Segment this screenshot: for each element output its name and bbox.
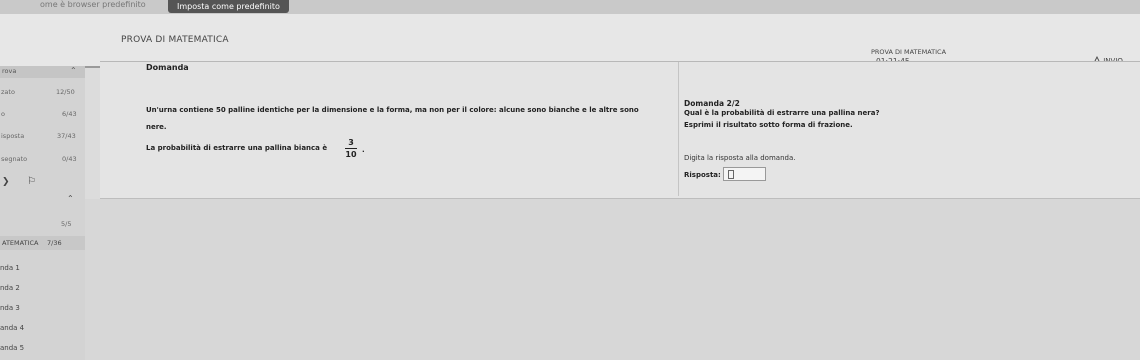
answer-hint: Digita la risposta alla domanda. bbox=[684, 154, 796, 162]
question-card: Domanda Un'urna contiene 50 palline iden… bbox=[100, 61, 1140, 200]
sidebar-item-question-2[interactable]: nda 2 bbox=[0, 284, 85, 292]
section-collapse-icon[interactable]: ⌃ bbox=[67, 194, 74, 203]
default-browser-note: ome è browser predefinito bbox=[40, 0, 146, 9]
nav-back-icon[interactable]: ❯ bbox=[2, 177, 10, 187]
question-label: Domanda bbox=[146, 63, 189, 72]
exam-header: PROVA DI MATEMATICA PROVA DI MATEMATICA … bbox=[0, 14, 1140, 68]
sidebar-title: rova bbox=[2, 67, 17, 75]
fraction-bar bbox=[345, 148, 357, 149]
sidebar-item-question-5[interactable]: anda 5 bbox=[0, 344, 85, 352]
flag-icon[interactable]: ⚐ bbox=[27, 176, 36, 187]
stat-label: isposta bbox=[1, 132, 25, 140]
sidebar: rova ⌃ zato 12/50 o 6/43 isposta 37/43 s… bbox=[0, 66, 85, 360]
section-title: ATEMATICA bbox=[2, 239, 39, 247]
question-text-line-2: nere. bbox=[146, 123, 167, 131]
probability-fraction: 3 10 bbox=[345, 138, 357, 159]
answer-label: Risposta: bbox=[684, 171, 721, 179]
page-title: PROVA DI MATEMATICA bbox=[121, 35, 229, 45]
stat-value: 12/50 bbox=[56, 88, 75, 96]
fraction-denominator: 10 bbox=[345, 150, 357, 159]
stat-label: segnato bbox=[1, 155, 28, 163]
collapse-icon[interactable]: ⌃ bbox=[70, 66, 77, 75]
header-subject-title: PROVA DI MATEMATICA bbox=[871, 48, 947, 56]
section-value: 7/36 bbox=[47, 239, 62, 247]
sidebar-item-question-4[interactable]: anda 4 bbox=[0, 324, 85, 332]
set-default-button[interactable]: Imposta come predefinito bbox=[168, 0, 289, 13]
workspace-area bbox=[85, 199, 1140, 360]
question-text-line-1: Un'urna contiene 50 palline identiche pe… bbox=[146, 106, 639, 114]
answer-instruction: Esprimi il risultato sotto forma di fraz… bbox=[684, 121, 853, 129]
stat-label: zato bbox=[1, 88, 15, 96]
probability-text: La probabilità di estrarre una pallina b… bbox=[146, 144, 328, 152]
sidebar-item-question-3[interactable]: nda 3 bbox=[0, 304, 85, 312]
question-counter: Domanda 2/2 bbox=[684, 99, 740, 108]
section-header[interactable]: ATEMATICA 7/36 bbox=[0, 236, 85, 250]
answer-prompt: Qual è la probabilità di estrarre una pa… bbox=[684, 109, 880, 117]
fraction-numerator: 3 bbox=[348, 138, 354, 147]
stat-label: o bbox=[1, 110, 5, 118]
fraction-input-slot[interactable] bbox=[728, 170, 734, 179]
stat-value: 6/43 bbox=[62, 110, 77, 118]
sidebar-header[interactable]: rova ⌃ bbox=[0, 66, 85, 78]
panel-divider bbox=[678, 62, 679, 196]
section-count: 5/5 bbox=[61, 220, 72, 228]
answer-input[interactable] bbox=[723, 167, 766, 181]
fraction-period: . bbox=[362, 146, 365, 154]
stat-value: 37/43 bbox=[57, 132, 76, 140]
sidebar-item-question-1[interactable]: nda 1 bbox=[0, 264, 85, 272]
browser-notification-bar: ome è browser predefinito Imposta come p… bbox=[0, 0, 1140, 14]
stat-value: 0/43 bbox=[62, 155, 77, 163]
